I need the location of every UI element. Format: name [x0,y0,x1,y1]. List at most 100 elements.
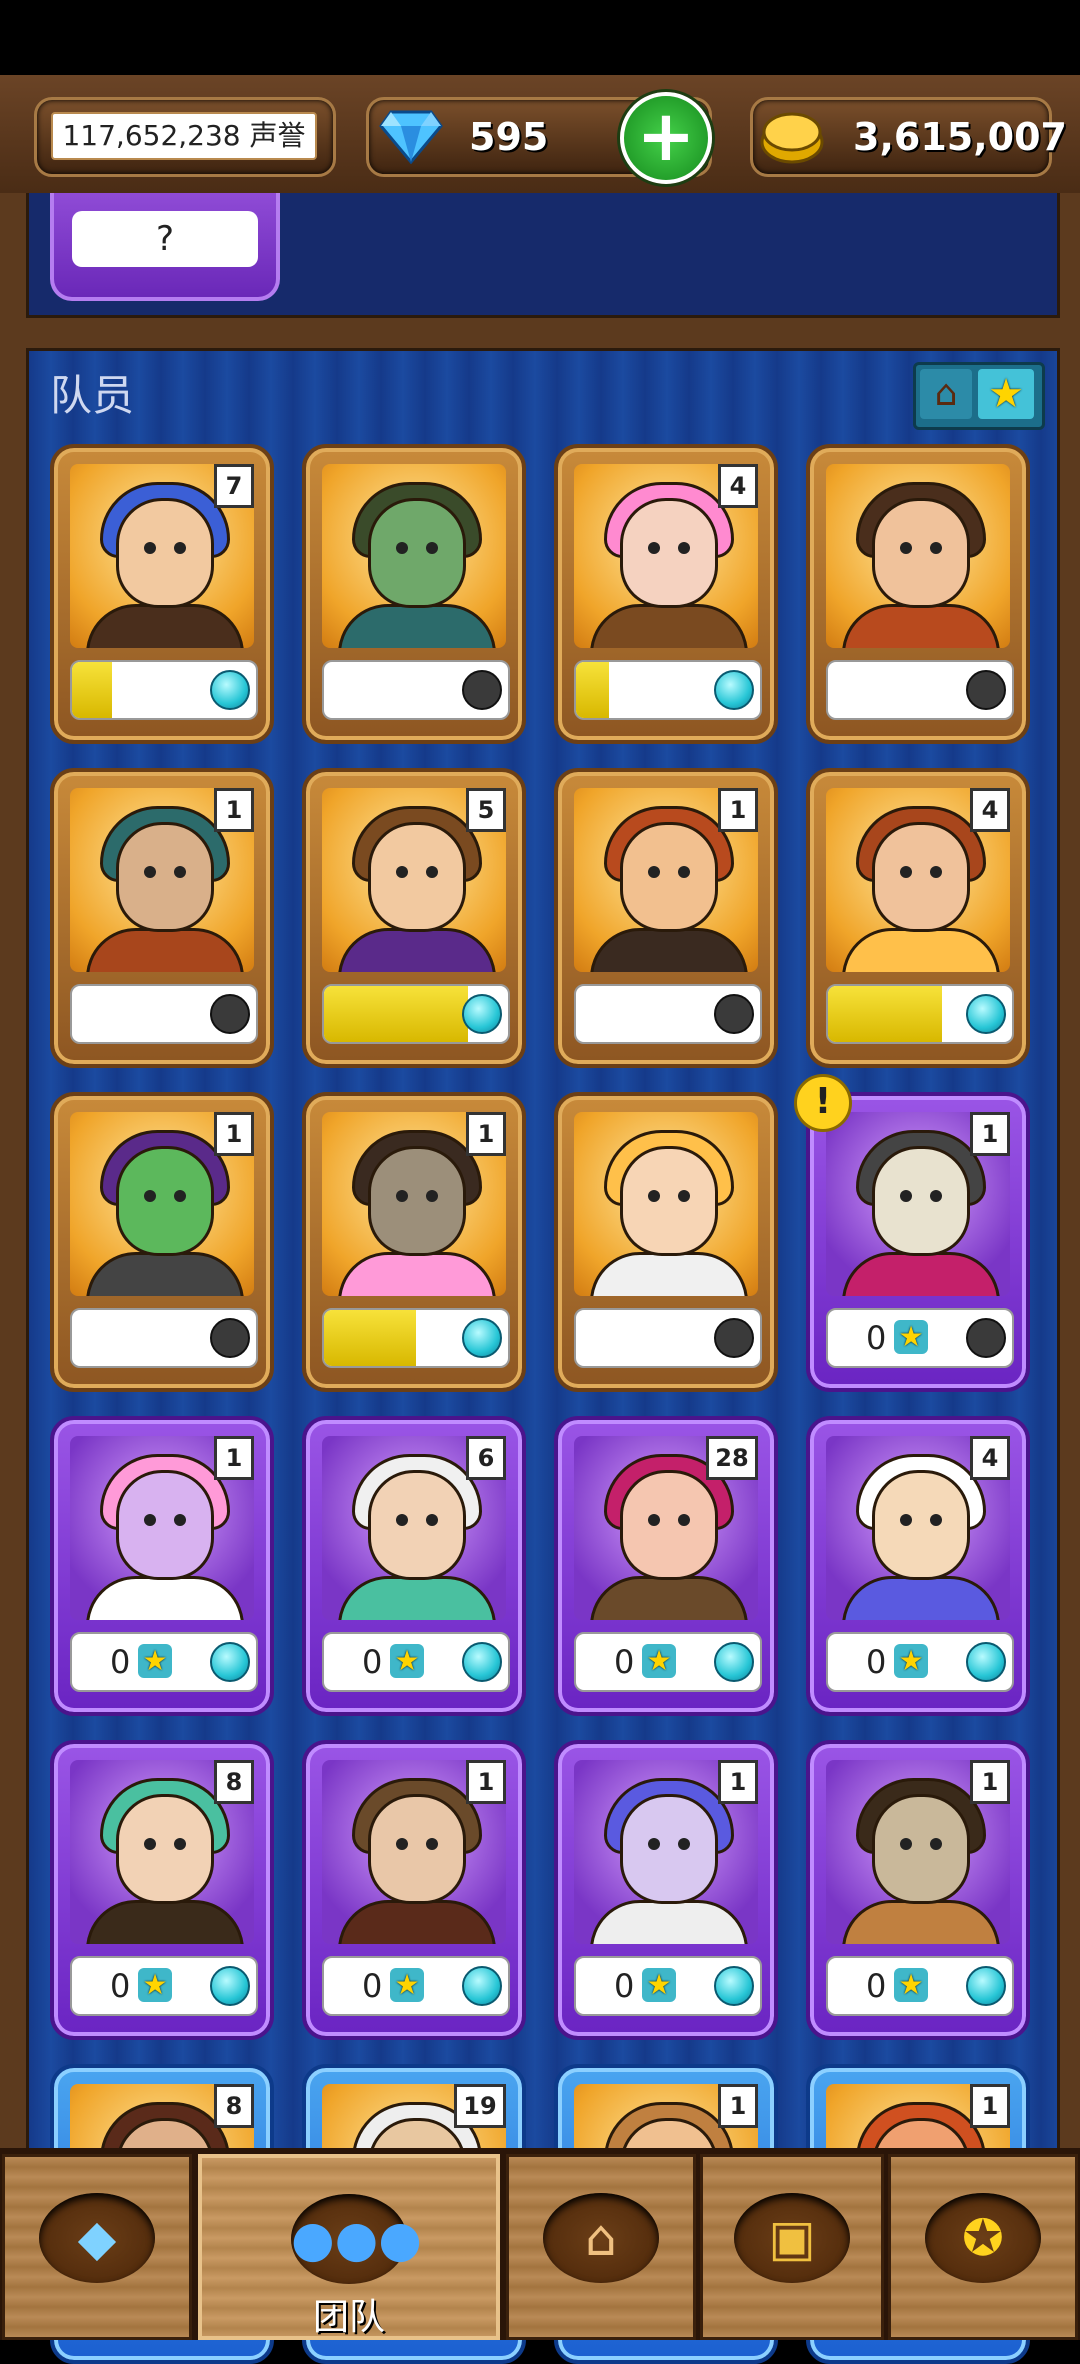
portrait-face [368,498,466,608]
team-member-card[interactable]: 8 0 ★ [50,1740,274,2040]
portrait-face [872,1794,970,1904]
sort-toggle[interactable]: ⌂ ★ [913,362,1045,430]
star-count: 0 [866,1643,887,1681]
gold-display: 3,615,007 [750,97,1067,177]
nav-team[interactable]: ●●● 团队 [198,2154,500,2340]
nav-chest[interactable]: ▣ [700,2154,884,2340]
star-count: 0 [110,1967,131,2005]
gem-orb-icon [714,1318,754,1358]
portrait-face [620,822,718,932]
gem-orb-icon [462,1642,502,1682]
gem-icon: ◆ [77,2209,117,2267]
gem-orb-icon [714,670,754,710]
gem-orb-icon [462,994,502,1034]
portrait-face [116,1794,214,1904]
team-member-card[interactable]: 1 0 ★ [302,1740,526,2040]
team-member-card[interactable]: 1 0 ★ [806,1092,1030,1392]
portrait-eye [678,1190,690,1202]
team-member-card[interactable]: 1 [50,1092,274,1392]
portrait-eye [174,1190,186,1202]
portrait-face [368,1794,466,1904]
portrait-eye [426,1514,438,1526]
member-level-badge: 1 [970,2084,1010,2128]
portrait-body [86,604,244,648]
portrait-eye [144,1514,156,1526]
team-member-card[interactable] [806,444,1030,744]
star-icon: ★ [138,1644,172,1678]
gem-orb-icon [210,1966,250,2006]
portrait-body [338,928,496,972]
team-member-card[interactable] [554,1092,778,1392]
member-level-badge: 1 [970,1112,1010,1156]
add-gems-button[interactable]: + [620,92,712,184]
portrait-body [590,1252,748,1296]
portrait-face [872,1146,970,1256]
star-icon: ★ [894,1320,928,1354]
team-member-card[interactable]: 4 [806,768,1030,1068]
portrait-face [620,1146,718,1256]
currency-bar: 117,652,238 声誉 595 3,615,007 [0,75,1080,197]
team-member-card[interactable]: 1 [50,768,274,1068]
team-member-card[interactable]: 1 0 ★ [806,1740,1030,2040]
portrait-eye [396,1190,408,1202]
home-icon[interactable]: ⌂ [920,369,972,419]
member-level-badge: 1 [718,788,758,832]
team-member-card[interactable]: 1 [302,1092,526,1392]
nav-medal[interactable]: ✪ [888,2154,1078,2340]
alert-icon[interactable]: ! [794,1074,852,1132]
team-member-card[interactable]: 1 0 ★ [50,1416,274,1716]
star-icon: ★ [390,1644,424,1678]
portrait-face [116,1470,214,1580]
team-member-card[interactable]: 4 0 ★ [806,1416,1030,1716]
portrait-eye [930,1838,942,1850]
gems-value: 595 [469,115,549,159]
gem-orb-icon [966,1642,1006,1682]
member-progress-bar [574,984,762,1044]
portrait-eye [900,1190,912,1202]
star-count: 0 [362,1967,383,2005]
member-level-badge: 1 [214,1436,254,1480]
team-member-card[interactable]: 4 [554,444,778,744]
member-level-badge: 19 [454,2084,506,2128]
team-member-card[interactable]: 6 0 ★ [302,1416,526,1716]
team-member-card[interactable]: 7 [50,444,274,744]
member-progress-bar: 0 ★ [574,1632,762,1692]
member-progress-bar [322,984,510,1044]
member-level-badge: 4 [970,788,1010,832]
gold-coins-icon [760,112,824,164]
portrait-body [86,1252,244,1296]
nav-house[interactable]: ⌂ [506,2154,696,2340]
portrait-eye [144,866,156,878]
member-level-badge: 1 [718,1760,758,1804]
progress-fill [576,662,610,718]
portrait-body [842,604,1000,648]
portrait-face [116,1146,214,1256]
portrait-eye [900,1838,912,1850]
team-member-card[interactable]: 1 0 ★ [554,1740,778,2040]
team-member-card[interactable]: 1 [554,768,778,1068]
star-icon[interactable]: ★ [978,369,1034,419]
member-progress-bar: 0 ★ [826,1632,1014,1692]
team-member-card[interactable] [302,444,526,744]
portrait-body [338,1576,496,1620]
unknown-member-card[interactable]: ? [50,193,280,301]
nav-gems[interactable]: ◆ [2,2154,192,2340]
portrait-body [86,1576,244,1620]
status-bar [0,0,1080,75]
portrait-face [620,498,718,608]
member-progress-bar: 0 ★ [826,1308,1014,1368]
nav-team-label: 团队 [312,2297,385,2338]
team-member-card[interactable]: 28 0 ★ [554,1416,778,1716]
member-progress-bar [322,1308,510,1368]
nav-icon-bg: ▣ [734,2193,850,2283]
portrait-eye [648,542,660,554]
house-icon: ⌂ [585,2209,617,2267]
portrait-face [620,1794,718,1904]
nav-icon-bg: ◆ [39,2193,155,2283]
diamond-icon [379,110,443,164]
gem-orb-icon [210,670,250,710]
portrait-eye [648,866,660,878]
portrait-face [872,822,970,932]
portrait-face [116,822,214,932]
team-member-card[interactable]: 5 [302,768,526,1068]
